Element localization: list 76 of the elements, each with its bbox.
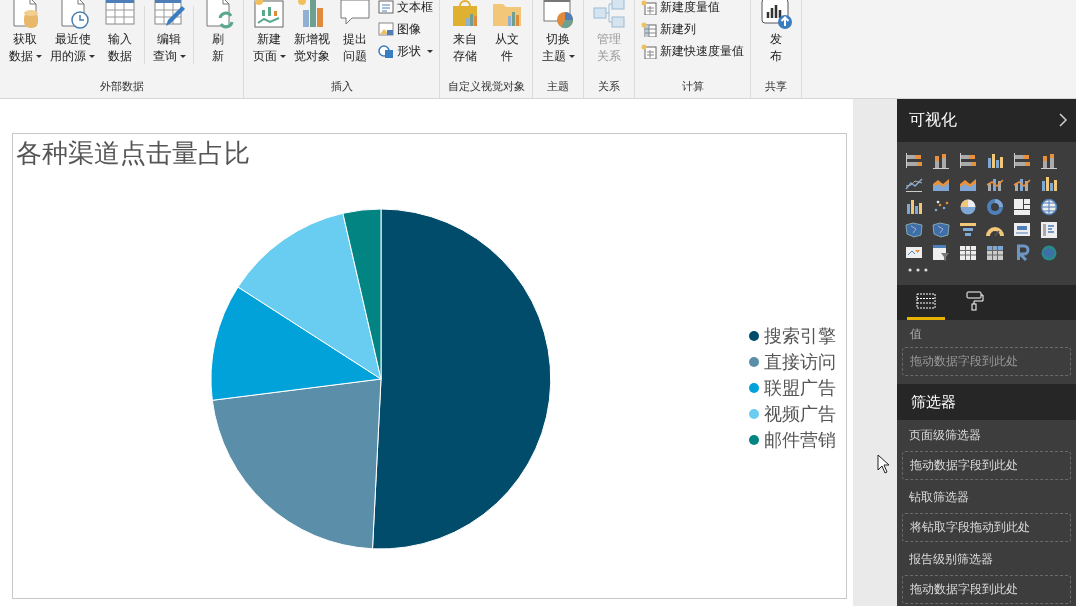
column-chart-icon[interactable] <box>905 198 923 217</box>
linked-tables-icon <box>592 0 626 29</box>
ribbon-button[interactable]: 从文 件 <box>486 0 528 65</box>
more-icon <box>907 266 929 273</box>
donut-chart-icon[interactable] <box>986 198 1004 217</box>
ribbon-button[interactable]: 新建列 <box>639 20 746 39</box>
drop-zone[interactable]: 将钻取字段拖动到此处 <box>902 513 1071 542</box>
pie-slice[interactable] <box>342 208 382 380</box>
column-chart-icon[interactable] <box>986 152 1004 171</box>
ribbon-button[interactable]: 文本框 <box>376 0 435 17</box>
ribbon-button[interactable]: 输入 数据 <box>99 0 141 65</box>
pane-title: 筛选器 <box>911 392 956 412</box>
ribbon-button[interactable]: 提出 问题 <box>334 0 376 65</box>
matrix-icon[interactable] <box>986 244 1004 263</box>
ribbon-button[interactable]: 新建 页面 <box>248 0 290 65</box>
list-card-icon[interactable] <box>1040 221 1058 240</box>
filter-card-icon[interactable] <box>932 244 950 263</box>
ribbon-button[interactable]: 编辑 查询 <box>148 0 190 65</box>
ribbon-button[interactable]: 新建度量值 <box>639 0 746 17</box>
chevron-right-icon <box>1058 112 1068 129</box>
filter-section-label: 报告级别筛选器 <box>908 551 994 568</box>
pane-title: 可视化 <box>909 109 957 131</box>
ribbon-button[interactable]: 刷 新 <box>197 0 239 65</box>
table-icon[interactable] <box>959 244 977 263</box>
shapes-icon <box>378 44 394 59</box>
horizontal-bar-chart-icon[interactable] <box>1013 152 1031 171</box>
chart-title: 各种渠道点击量占比 <box>15 137 251 170</box>
ribbon-button[interactable]: 形状 <box>376 42 435 61</box>
pie-chart-icon[interactable] <box>959 198 977 217</box>
drop-zone[interactable]: 拖动数据字段到此处 <box>902 575 1071 604</box>
ribbon-button[interactable]: 图像 <box>376 20 435 39</box>
line-chart-icon[interactable] <box>905 175 923 194</box>
map-icon[interactable] <box>932 221 950 240</box>
column-chart-icon[interactable] <box>932 152 950 171</box>
ribbon-button[interactable]: 新建快速度量值 <box>639 42 746 61</box>
map-icon[interactable] <box>905 221 923 240</box>
legend-label: 视频广告 <box>764 403 836 425</box>
group-label: 关系 <box>597 79 621 95</box>
drop-zone[interactable]: 拖动数据字段到此处 <box>902 451 1071 480</box>
column-chart-icon[interactable] <box>1040 175 1058 194</box>
filter-section-label: 页面级筛选器 <box>908 427 982 444</box>
pie-slice[interactable] <box>211 378 382 550</box>
table-column-icon <box>641 22 657 37</box>
column-chart-icon[interactable] <box>1040 152 1058 171</box>
group-label: 共享 <box>764 79 788 95</box>
filter-section-label: 钻取筛选器 <box>908 489 970 506</box>
legend-label: 联盟广告 <box>764 377 836 399</box>
pie-slice[interactable] <box>210 286 382 401</box>
calculator-icon <box>641 44 657 59</box>
cursor-icon <box>877 454 891 474</box>
group-label: 外部数据 <box>98 79 145 95</box>
legend-label: 直接访问 <box>764 351 836 373</box>
ribbon-button[interactable]: 最近使 用的源 <box>46 0 99 65</box>
group-label: 主题 <box>546 79 570 95</box>
group-label: 插入 <box>329 79 354 95</box>
paint-roller-icon <box>964 290 984 311</box>
ribbon-button[interactable]: 切换 主题 <box>537 0 579 65</box>
ribbon-button[interactable]: 新增视 觉对象 <box>290 0 334 65</box>
globe-icon[interactable] <box>1040 198 1058 217</box>
ribbon-button[interactable]: 来自 存储 <box>444 0 486 65</box>
horizontal-bar-chart-icon[interactable] <box>959 152 977 171</box>
drop-zone[interactable]: 拖动数据字段到此处 <box>902 347 1071 377</box>
ribbon-button[interactable]: 发 布 <box>755 0 797 65</box>
image-icon <box>378 22 394 37</box>
group-label: 计算 <box>680 79 705 95</box>
ribbon-button[interactable]: 获取 数据 <box>4 0 46 65</box>
treemap-icon[interactable] <box>1013 198 1031 217</box>
fields-icon <box>916 292 936 309</box>
group-label: 自定义视觉对象 <box>446 79 526 95</box>
pie-slice[interactable] <box>237 212 382 380</box>
field-well-label: 值 <box>909 326 923 344</box>
visual-frame[interactable]: 各种渠道点击量占比 搜索引擎 直接访问 联盟广告 视频广告 邮件营销 <box>12 133 847 599</box>
pie-slice[interactable] <box>372 208 552 550</box>
legend-label: 邮件营销 <box>764 429 836 451</box>
horizontal-bar-chart-icon[interactable] <box>905 152 923 171</box>
legend-label: 搜索引擎 <box>764 325 836 347</box>
